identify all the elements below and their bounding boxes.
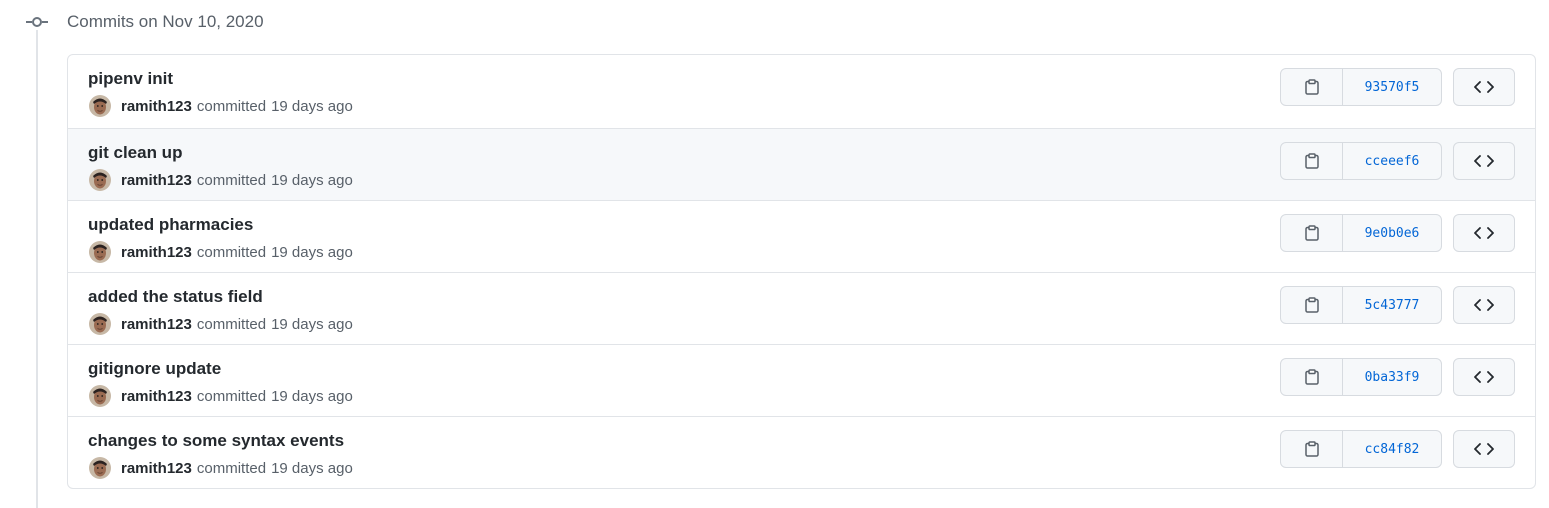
avatar[interactable] [89,385,111,407]
commit-action-text: committed [196,171,267,189]
commit-author-link[interactable]: ramith123 [121,388,192,405]
clipboard-icon [1304,297,1319,313]
commit-action-text: committed [196,459,267,477]
code-icon [1474,371,1494,383]
commit-sha-link[interactable]: 9e0b0e6 [1343,215,1441,251]
commit-meta: ramith123 committed 19 days ago [89,456,353,480]
copy-sha-button[interactable] [1281,359,1343,395]
copy-sha-button[interactable] [1281,143,1343,179]
commit-meta: ramith123 committed 19 days ago [89,240,353,264]
sha-button-group: 0ba33f9 [1280,358,1442,396]
commit-row: changes to some syntax events ramith123 … [68,416,1535,488]
commit-group-title: Commits on Nov 10, 2020 [67,12,264,31]
sha-button-group: 5c43777 [1280,286,1442,324]
avatar[interactable] [89,95,111,117]
commit-author-link[interactable]: ramith123 [121,460,192,477]
commit-meta: ramith123 committed 19 days ago [89,94,353,118]
commit-time: 19 days ago [271,171,353,189]
code-icon [1474,227,1494,239]
git-commit-icon [26,17,48,27]
avatar[interactable] [89,241,111,263]
avatar[interactable] [89,169,111,191]
commit-action-text: committed [196,387,267,405]
commit-meta: ramith123 committed 19 days ago [89,384,353,408]
commit-sha-link[interactable]: cceeef6 [1343,143,1441,179]
commit-action-text: committed [196,315,267,333]
browse-repo-button[interactable] [1453,358,1515,396]
timeline-line [36,30,38,508]
copy-sha-button[interactable] [1281,431,1343,467]
commit-time: 19 days ago [271,243,353,261]
commit-message-link[interactable]: added the status field [88,286,263,308]
commit-time: 19 days ago [271,387,353,405]
commits-page: Commits on Nov 10, 2020 pipenv init rami… [0,0,1549,508]
commit-row: added the status field ramith123 committ… [68,272,1535,344]
commit-row: gitignore update ramith123 committed 19 … [68,344,1535,416]
clipboard-icon [1304,225,1319,241]
commit-row: pipenv init ramith123 committed 19 days … [68,55,1535,128]
commit-author-link[interactable]: ramith123 [121,316,192,333]
code-icon [1474,81,1494,93]
avatar[interactable] [89,313,111,335]
copy-sha-button[interactable] [1281,215,1343,251]
commit-message-link[interactable]: updated pharmacies [88,214,253,236]
copy-sha-button[interactable] [1281,287,1343,323]
copy-sha-button[interactable] [1281,69,1343,105]
sha-button-group: cc84f82 [1280,430,1442,468]
commit-author-link[interactable]: ramith123 [121,172,192,189]
code-icon [1474,299,1494,311]
commit-message-link[interactable]: git clean up [88,142,182,164]
browse-repo-button[interactable] [1453,214,1515,252]
commit-sha-link[interactable]: 0ba33f9 [1343,359,1441,395]
commit-action-text: committed [196,97,267,115]
commit-message-link[interactable]: pipenv init [88,68,173,90]
browse-repo-button[interactable] [1453,68,1515,106]
clipboard-icon [1304,153,1319,169]
commit-action-text: committed [196,243,267,261]
commit-meta: ramith123 committed 19 days ago [89,168,353,192]
commit-sha-link[interactable]: cc84f82 [1343,431,1441,467]
commit-time: 19 days ago [271,459,353,477]
browse-repo-button[interactable] [1453,286,1515,324]
commit-sha-link[interactable]: 5c43777 [1343,287,1441,323]
commit-list: pipenv init ramith123 committed 19 days … [67,54,1536,489]
browse-repo-button[interactable] [1453,142,1515,180]
sha-button-group: 93570f5 [1280,68,1442,106]
commit-author-link[interactable]: ramith123 [121,244,192,261]
commit-meta: ramith123 committed 19 days ago [89,312,353,336]
browse-repo-button[interactable] [1453,430,1515,468]
commit-time: 19 days ago [271,315,353,333]
commit-message-link[interactable]: gitignore update [88,358,221,380]
commit-time: 19 days ago [271,97,353,115]
clipboard-icon [1304,369,1319,385]
clipboard-icon [1304,441,1319,457]
commit-row: git clean up ramith123 committed 19 days… [68,128,1535,200]
code-icon [1474,155,1494,167]
code-icon [1474,443,1494,455]
commit-row: updated pharmacies ramith123 committed 1… [68,200,1535,272]
sha-button-group: 9e0b0e6 [1280,214,1442,252]
sha-button-group: cceeef6 [1280,142,1442,180]
commit-message-link[interactable]: changes to some syntax events [88,430,344,452]
clipboard-icon [1304,79,1319,95]
commit-sha-link[interactable]: 93570f5 [1343,69,1441,105]
avatar[interactable] [89,457,111,479]
commit-author-link[interactable]: ramith123 [121,98,192,115]
